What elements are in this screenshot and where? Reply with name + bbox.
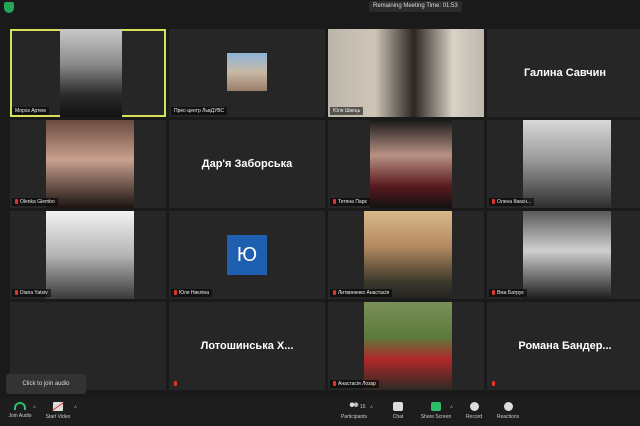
tile-moroz-artem[interactable]: Мороз Артем [10, 29, 166, 117]
chat-icon [393, 402, 403, 411]
top-bar: Remaining Meeting Time: 01:53 [0, 0, 640, 16]
avatar: Ю [227, 235, 267, 275]
tile-lytvynenko-anastasia[interactable]: Литвиненко Анастасія [328, 211, 484, 299]
start-video-button[interactable]: Start Video [40, 402, 76, 420]
gallery-grid: Мороз Артем Прес-центр ЛьвДУВС Юля Швець… [10, 29, 640, 391]
join-audio-tooltip[interactable]: Click to join audio [6, 374, 86, 394]
reactions-icon [503, 402, 513, 411]
tile-tetiana-park[interactable]: Тетяна Парк [328, 120, 484, 208]
participant-name: Прес-центр ЛьвДУВС [171, 107, 228, 115]
participants-icon [349, 402, 359, 411]
participants-count: 15 [360, 404, 366, 410]
muted-icon [492, 199, 495, 205]
muted-icon [492, 290, 495, 296]
participants-caret-icon[interactable]: ^ [370, 406, 373, 412]
meeting-toolbar: Join Audio ^ Start Video ^ Participants … [0, 398, 640, 426]
muted-icon [15, 290, 18, 296]
muted-icon [15, 199, 18, 205]
participant-display-name: Галина Савчин [523, 67, 607, 79]
participant-display-name: Дар'я Заборська [201, 158, 293, 170]
participant-video [60, 29, 122, 117]
muted-icon [492, 381, 495, 387]
participant-video [328, 29, 484, 117]
participant-video [46, 120, 134, 208]
chat-button[interactable]: Chat [380, 402, 416, 420]
participants-button[interactable]: Participants [336, 402, 372, 420]
tile-yulia-nyklina[interactable]: Ю Юля Никліна [169, 211, 325, 299]
tile-romana-bander[interactable]: Романа Бандер... [487, 302, 640, 390]
tile-olenka-glembo[interactable]: Olenka Glembo [10, 120, 166, 208]
participant-name: Мороз Артем [12, 107, 49, 115]
participant-video [523, 120, 611, 208]
share-options-caret-icon[interactable]: ^ [450, 406, 453, 412]
participant-name [489, 380, 500, 388]
share-screen-icon [431, 402, 441, 411]
tile-olena-kvasn[interactable]: Олена Квасн... [487, 120, 640, 208]
remaining-time: Remaining Meeting Time: 01:53 [369, 1, 462, 12]
participant-video [364, 302, 452, 390]
share-screen-button[interactable]: Share Screen [418, 402, 454, 420]
participant-name: Diana Yatsiv [12, 289, 51, 297]
video-options-caret-icon[interactable]: ^ [74, 406, 77, 412]
participant-display-name: Романа Бандер... [518, 340, 612, 352]
muted-icon [174, 381, 177, 387]
tile-galyna-savchyn[interactable]: Галина Савчин [487, 29, 640, 117]
record-icon [469, 402, 479, 411]
participant-name: Олена Квасн... [489, 198, 535, 206]
participant-name: Литвиненко Анастасія [330, 289, 393, 297]
audio-options-caret-icon[interactable]: ^ [33, 406, 36, 412]
tile-darya-zaborska[interactable]: Дар'я Заборська [169, 120, 325, 208]
participant-name: Юля Швець [330, 107, 364, 115]
headphones-icon [14, 402, 26, 410]
participant-name: Юля Никліна [171, 289, 213, 297]
participant-name: Віка Батрук [489, 289, 527, 297]
participant-display-name: Лотошинська Х... [200, 340, 294, 352]
participant-name [171, 380, 182, 388]
video-off-icon [53, 402, 63, 411]
muted-icon [333, 199, 336, 205]
participant-video [46, 211, 134, 299]
tile-vika-batruk[interactable]: Віка Батрук [487, 211, 640, 299]
participant-video [523, 211, 611, 299]
reactions-button[interactable]: Reactions [490, 402, 526, 420]
tile-anastasia-lozar[interactable]: Анастасія Лозар [328, 302, 484, 390]
tile-yulia-shvets[interactable]: Юля Швець [328, 29, 484, 117]
record-button[interactable]: Record [456, 402, 492, 420]
tile-press-center[interactable]: Прес-центр ЛьвДУВС [169, 29, 325, 117]
participant-name: Olenka Glembo [12, 198, 58, 206]
tile-diana-yatsiv[interactable]: Diana Yatsiv [10, 211, 166, 299]
muted-icon [333, 381, 336, 387]
participant-name: Анастасія Лозар [330, 380, 379, 388]
muted-icon [333, 290, 336, 296]
participant-video [364, 211, 452, 299]
security-shield-icon[interactable] [4, 2, 14, 13]
muted-icon [174, 290, 177, 296]
participant-video [370, 120, 452, 208]
tile-lotoshynska[interactable]: Лотошинська Х... [169, 302, 325, 390]
participant-name: Тетяна Парк [330, 198, 370, 206]
participant-video [227, 53, 267, 91]
